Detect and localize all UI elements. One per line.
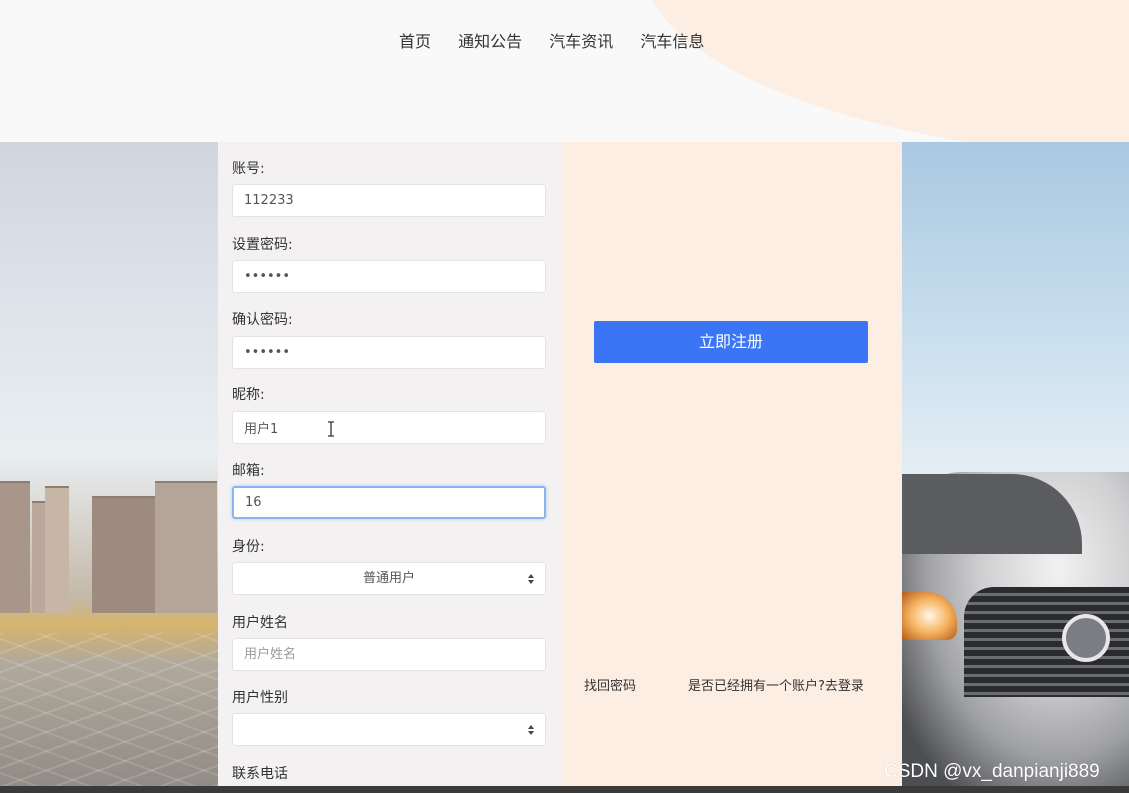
- updown-arrow-icon: [528, 574, 534, 584]
- go-login-link[interactable]: 是否已经拥有一个账户?去登录: [688, 675, 864, 694]
- nickname-input[interactable]: [232, 411, 546, 444]
- nickname-label: 昵称:: [232, 387, 265, 403]
- real-name-label: 用户姓名: [232, 615, 288, 631]
- header: 首页 通知公告 汽车资讯 汽车信息: [0, 0, 1129, 142]
- confirm-password-input[interactable]: [232, 336, 546, 369]
- watermark-text: CSDN @vx_danpianji889: [884, 761, 1100, 782]
- building-shape: [155, 481, 217, 613]
- forgot-password-link[interactable]: 找回密码: [584, 675, 636, 694]
- side-panel: [561, 142, 902, 793]
- email-input[interactable]: [232, 486, 546, 519]
- car-background-image: [902, 142, 1129, 793]
- building-shape: [45, 486, 69, 613]
- register-form: 账号: 设置密码: 确认密码: 昵称: 邮箱: 身份: 普通用户 用户姓名 用户…: [218, 142, 561, 793]
- role-select[interactable]: 普通用户: [232, 562, 546, 595]
- updown-arrow-icon: [528, 725, 534, 735]
- header-decoration: [640, 0, 1129, 142]
- nav-item-car-news[interactable]: 汽车资讯: [549, 28, 613, 52]
- password-input[interactable]: [232, 260, 546, 293]
- gender-select[interactable]: [232, 713, 546, 746]
- account-input[interactable]: [232, 184, 546, 217]
- role-label: 身份:: [232, 539, 265, 555]
- gender-label: 用户性别: [232, 690, 288, 706]
- confirm-password-label: 确认密码:: [232, 312, 293, 328]
- top-nav: 首页 通知公告 汽车资讯 汽车信息: [388, 28, 715, 52]
- city-background-image: [0, 142, 218, 793]
- register-button[interactable]: 立即注册: [594, 321, 868, 363]
- email-label: 邮箱:: [232, 463, 265, 479]
- account-label: 账号:: [232, 161, 265, 177]
- bottom-bar: [0, 786, 1129, 793]
- nav-item-notices[interactable]: 通知公告: [458, 28, 522, 52]
- ibeam-cursor-icon: [328, 421, 334, 437]
- nav-item-car-info[interactable]: 汽车信息: [640, 28, 704, 52]
- password-label: 设置密码:: [232, 237, 293, 253]
- ground-pavement: [0, 633, 218, 793]
- car-logo-icon: [1062, 614, 1110, 662]
- phone-label: 联系电话: [232, 766, 288, 782]
- role-select-value: 普通用户: [362, 571, 415, 586]
- building-shape: [0, 481, 30, 613]
- building-shape: [92, 496, 156, 613]
- real-name-input[interactable]: [232, 638, 546, 671]
- nav-item-home[interactable]: 首页: [399, 28, 431, 52]
